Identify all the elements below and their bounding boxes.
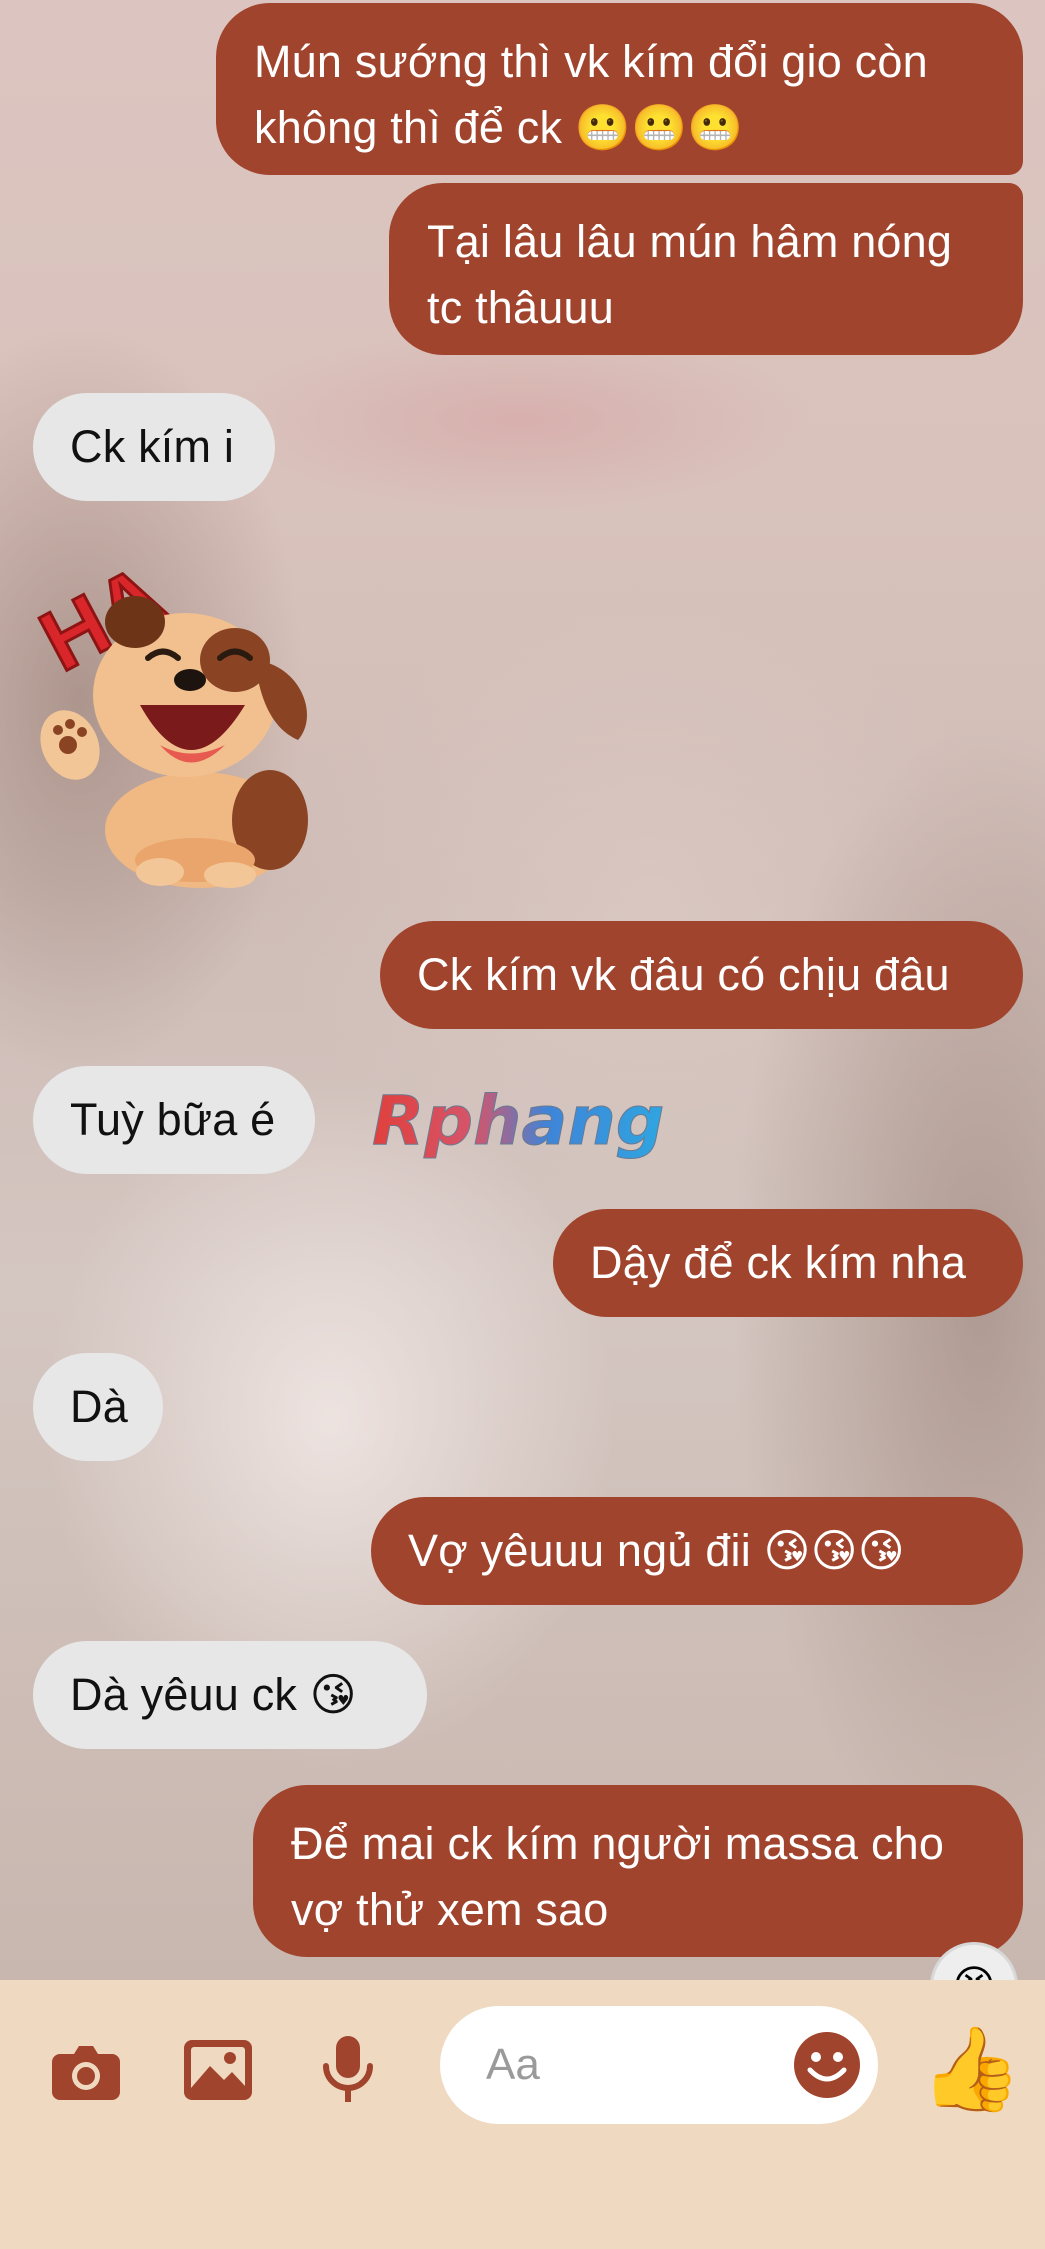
message-input[interactable]: Aa [440,2006,878,2124]
laughing-puppy-sticker[interactable]: HA [30,540,330,890]
watermark-logo: Rphang [372,1082,665,1162]
message-bubble-outgoing[interactable]: Để mai ck kím người massa cho vợ thử xem… [253,1785,1023,1957]
message-bubble-incoming[interactable]: Tuỳ bữa é [33,1066,315,1174]
image-icon[interactable] [178,2030,258,2110]
message-bubble-outgoing[interactable]: Ck kím vk đâu có chịu đâu [380,921,1023,1029]
smiley-icon[interactable] [792,2030,862,2100]
watermark-text: Rphang [372,1082,664,1161]
message-bubble-outgoing[interactable]: Mún sướng thì vk kím đổi gio còn không t… [216,3,1023,175]
microphone-icon[interactable] [308,2030,388,2110]
message-bubble-outgoing[interactable]: Dậy để ck kím nha [553,1209,1023,1317]
message-bubble-incoming[interactable]: Ck kím i [33,393,275,501]
camera-icon[interactable] [46,2030,126,2110]
message-bubble-outgoing[interactable]: Tại lâu lâu mún hâm nóng tc thâuuu [389,183,1023,355]
thumbs-up-icon[interactable]: 👍 [920,2020,1022,2120]
message-bubble-incoming[interactable]: Dà [33,1353,163,1461]
message-bubble-outgoing[interactable]: Vợ yêuuu ngủ đii 😘😘😘 [371,1497,1023,1605]
message-bubble-incoming[interactable]: Dà yêuu ck 😘 [33,1641,427,1749]
message-input-placeholder: Aa [486,2040,540,2089]
